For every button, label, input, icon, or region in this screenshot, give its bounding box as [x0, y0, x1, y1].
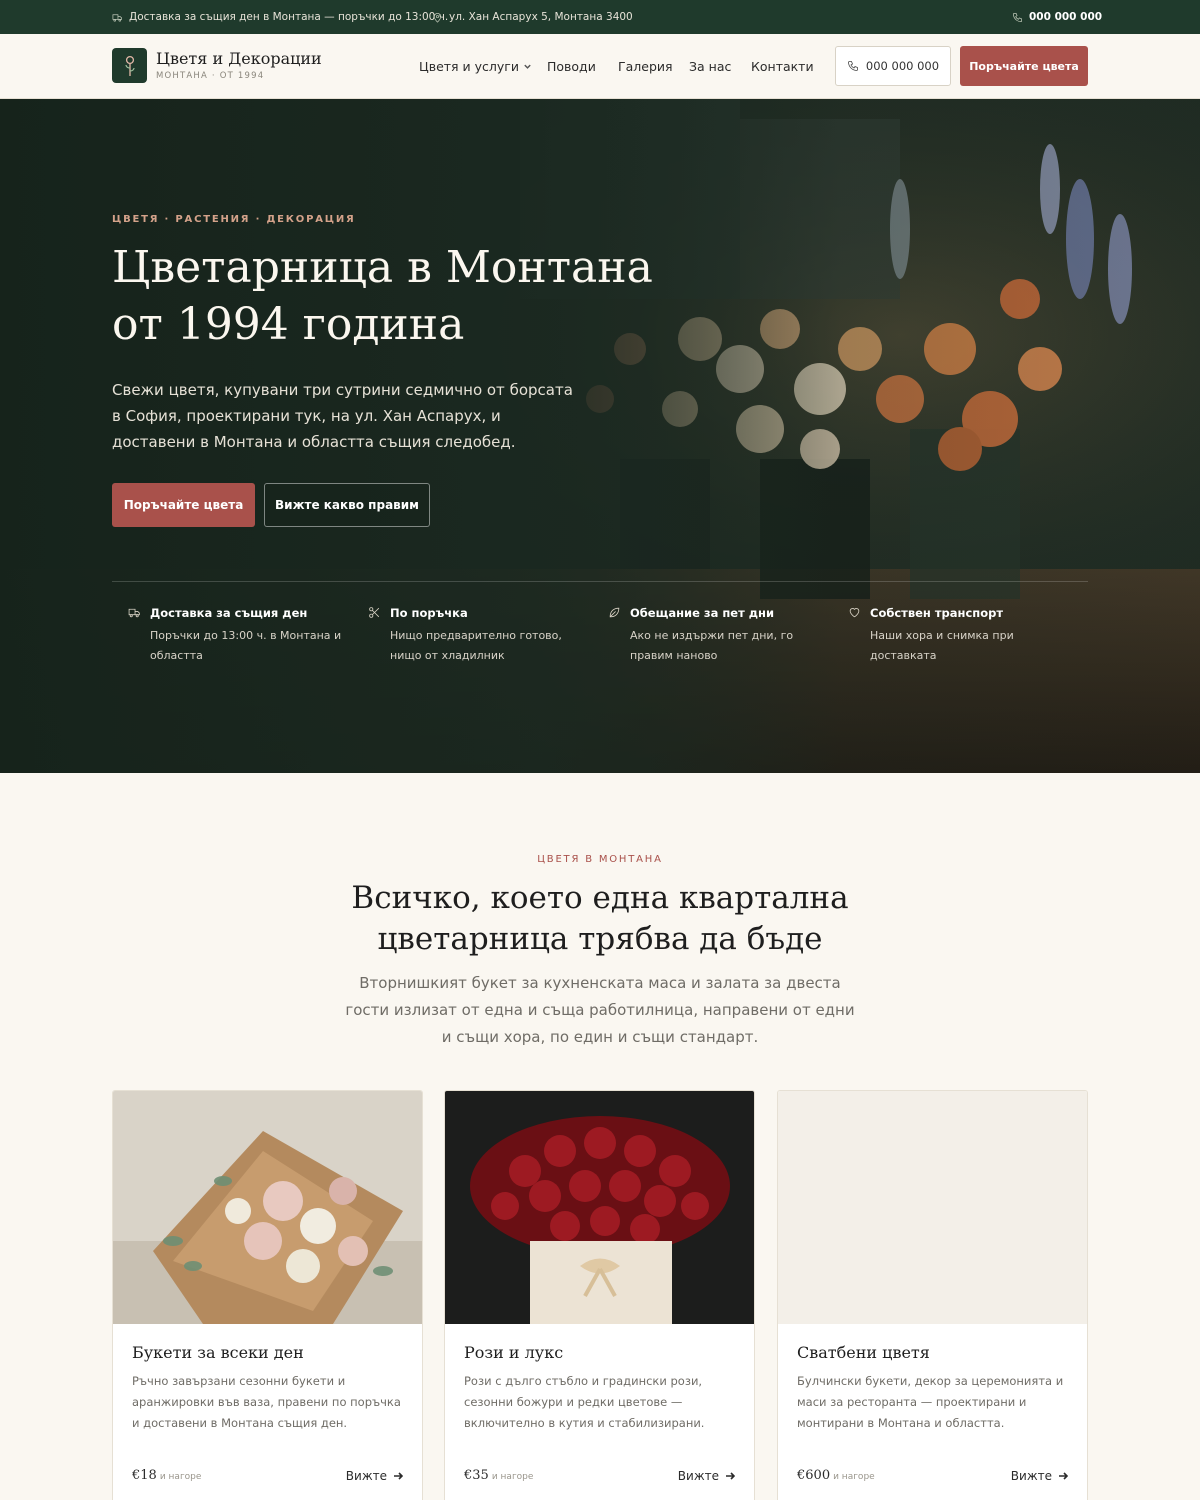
hero-section: ЦВЕТЯ · РАСТЕНИЯ · ДЕКОРАЦИЯ Цветарница … — [0, 99, 1200, 773]
nav-item-occasions[interactable]: Поводи — [547, 59, 596, 74]
card-title: Сватбени цветя — [797, 1343, 930, 1362]
card-everyday-bouquets[interactable]: Букети за всеки ден Ръчно завързани сезо… — [112, 1090, 423, 1500]
feature-text: Нищо предварително готово, нищо от хлади… — [390, 629, 562, 662]
nav-item-about[interactable]: За нас — [689, 59, 731, 74]
nav-label: За нас — [689, 59, 732, 74]
heart-icon — [849, 608, 860, 618]
section-title: Всичко, което една квартална цветарница … — [351, 880, 849, 957]
card-price: €18 и нагоре — [132, 1468, 201, 1483]
hero-see-work-button[interactable]: Вижте какво правим — [264, 483, 430, 527]
truck-icon — [112, 13, 122, 22]
feature-title: Доставка за същия ден — [150, 606, 308, 620]
card-link-label: Вижте — [1010, 1469, 1052, 1483]
truck-icon — [128, 608, 140, 618]
feature-text: Ако не издържи пет дни, го правим наново — [630, 629, 794, 662]
card-description: Булчински букети, декор за церемонията и… — [797, 1374, 1064, 1430]
hero-eyebrow: ЦВЕТЯ · РАСТЕНИЯ · ДЕКОРАЦИЯ — [112, 214, 356, 225]
card-description: Ръчно завързани сезонни букети и аранжир… — [132, 1374, 401, 1430]
card-price: €600 и нагоре — [797, 1468, 875, 1483]
hero-title: Цветарница в Монтана от 1994 година — [112, 239, 712, 353]
brand-tagline: МОНТАНА · ОТ 1994 — [156, 71, 265, 81]
topbar-delivery-text: Доставка за същия ден в Монтана — поръчк… — [129, 11, 449, 23]
logo[interactable] — [112, 48, 147, 83]
topbar-address: ул. Хан Аспарух 5, Монтана 3400 — [432, 11, 633, 23]
phone-icon — [848, 61, 858, 71]
price-value: €600 — [797, 1468, 831, 1483]
top-bar: Доставка за същия ден в Монтана — поръчк… — [0, 0, 1200, 34]
price-value: €18 — [132, 1468, 157, 1483]
card-view-link[interactable]: Вижте — [678, 1469, 735, 1483]
roses-box-image — [445, 1091, 754, 1324]
price-suffix: и нагоре — [833, 1472, 875, 1482]
feature-title: Собствен транспорт — [870, 606, 1004, 620]
card-view-link[interactable]: Вижте — [346, 1469, 403, 1483]
site-header: Цветя и Декорации МОНТАНА · ОТ 1994 Цвет… — [0, 34, 1200, 99]
arrow-right-icon — [1059, 1472, 1068, 1480]
rose-logo-icon — [124, 55, 135, 76]
scissors-icon — [369, 607, 380, 618]
card-image-placeholder — [778, 1091, 1087, 1324]
nav-label: Контакти — [751, 59, 814, 74]
chevron-down-icon — [524, 64, 531, 69]
price-value: €35 — [464, 1468, 489, 1483]
nav-item-gallery[interactable]: Галерия — [618, 59, 673, 74]
phone-button-label: 000 000 000 — [865, 59, 940, 73]
nav-label: Цветя и услуги — [419, 59, 519, 74]
card-view-link[interactable]: Вижте — [1011, 1469, 1068, 1483]
map-pin-icon — [433, 12, 442, 23]
price-suffix: и нагоре — [159, 1472, 202, 1482]
leaf-icon — [609, 607, 620, 618]
nav-item-flowers-services[interactable]: Цветя и услуги — [419, 59, 532, 74]
card-link-label: Вижте — [345, 1469, 387, 1483]
hero-description: Свежи цветя, купувани три сутрини седмич… — [112, 381, 573, 451]
price-suffix: и нагоре — [491, 1472, 534, 1482]
card-roses-luxury[interactable]: Рози и лукс Рози с дълго стъбло и градин… — [444, 1090, 755, 1500]
topbar-phone[interactable]: 000 000 000 — [1012, 11, 1102, 23]
nav-label: Поводи — [547, 59, 596, 74]
feature-title: По поръчка — [390, 606, 468, 620]
card-description: Рози с дълго стъбло и градински рози, се… — [464, 1374, 705, 1430]
hero-divider — [112, 581, 1088, 582]
card-title: Рози и лукс — [464, 1343, 564, 1362]
card-image — [445, 1091, 754, 1324]
order-button[interactable]: Поръчайте цвета — [960, 46, 1088, 86]
card-price: €35 и нагоре — [464, 1468, 533, 1483]
bouquet-image — [113, 1091, 422, 1324]
card-link-label: Вижте — [677, 1469, 719, 1483]
arrow-right-icon — [394, 1472, 403, 1480]
card-image — [113, 1091, 422, 1324]
phone-button[interactable]: 000 000 000 — [835, 46, 951, 86]
card-wedding-flowers[interactable]: Сватбени цветя Булчински букети, декор з… — [777, 1090, 1088, 1500]
phone-icon — [1013, 12, 1022, 22]
topbar-phone-text[interactable]: 000 000 000 — [1029, 11, 1102, 23]
hero-title-line2: от 1994 година — [112, 299, 465, 350]
brand-name[interactable]: Цветя и Декорации — [156, 49, 322, 68]
feature-text: Поръчки до 13:00 ч. в Монтана и областта — [150, 629, 342, 662]
section-eyebrow: ЦВЕТЯ В МОНТАНА — [537, 854, 663, 865]
arrow-right-icon — [726, 1472, 735, 1480]
topbar-delivery: Доставка за същия ден в Монтана — поръчк… — [112, 11, 448, 23]
nav-item-contacts[interactable]: Контакти — [751, 59, 814, 74]
hero-order-button[interactable]: Поръчайте цвета — [112, 483, 255, 527]
section-description: Вторнишкият букет за кухненската маса и … — [345, 974, 855, 1046]
feature-text: Наши хора и снимка при доставката — [870, 629, 1014, 662]
hero-title-line1: Цветарница в Монтана — [112, 242, 653, 293]
nav-label: Галерия — [618, 59, 673, 74]
card-title: Букети за всеки ден — [132, 1343, 304, 1362]
topbar-address-text: ул. Хан Аспарух 5, Монтана 3400 — [449, 11, 633, 23]
feature-title: Обещание за пет дни — [630, 606, 775, 620]
